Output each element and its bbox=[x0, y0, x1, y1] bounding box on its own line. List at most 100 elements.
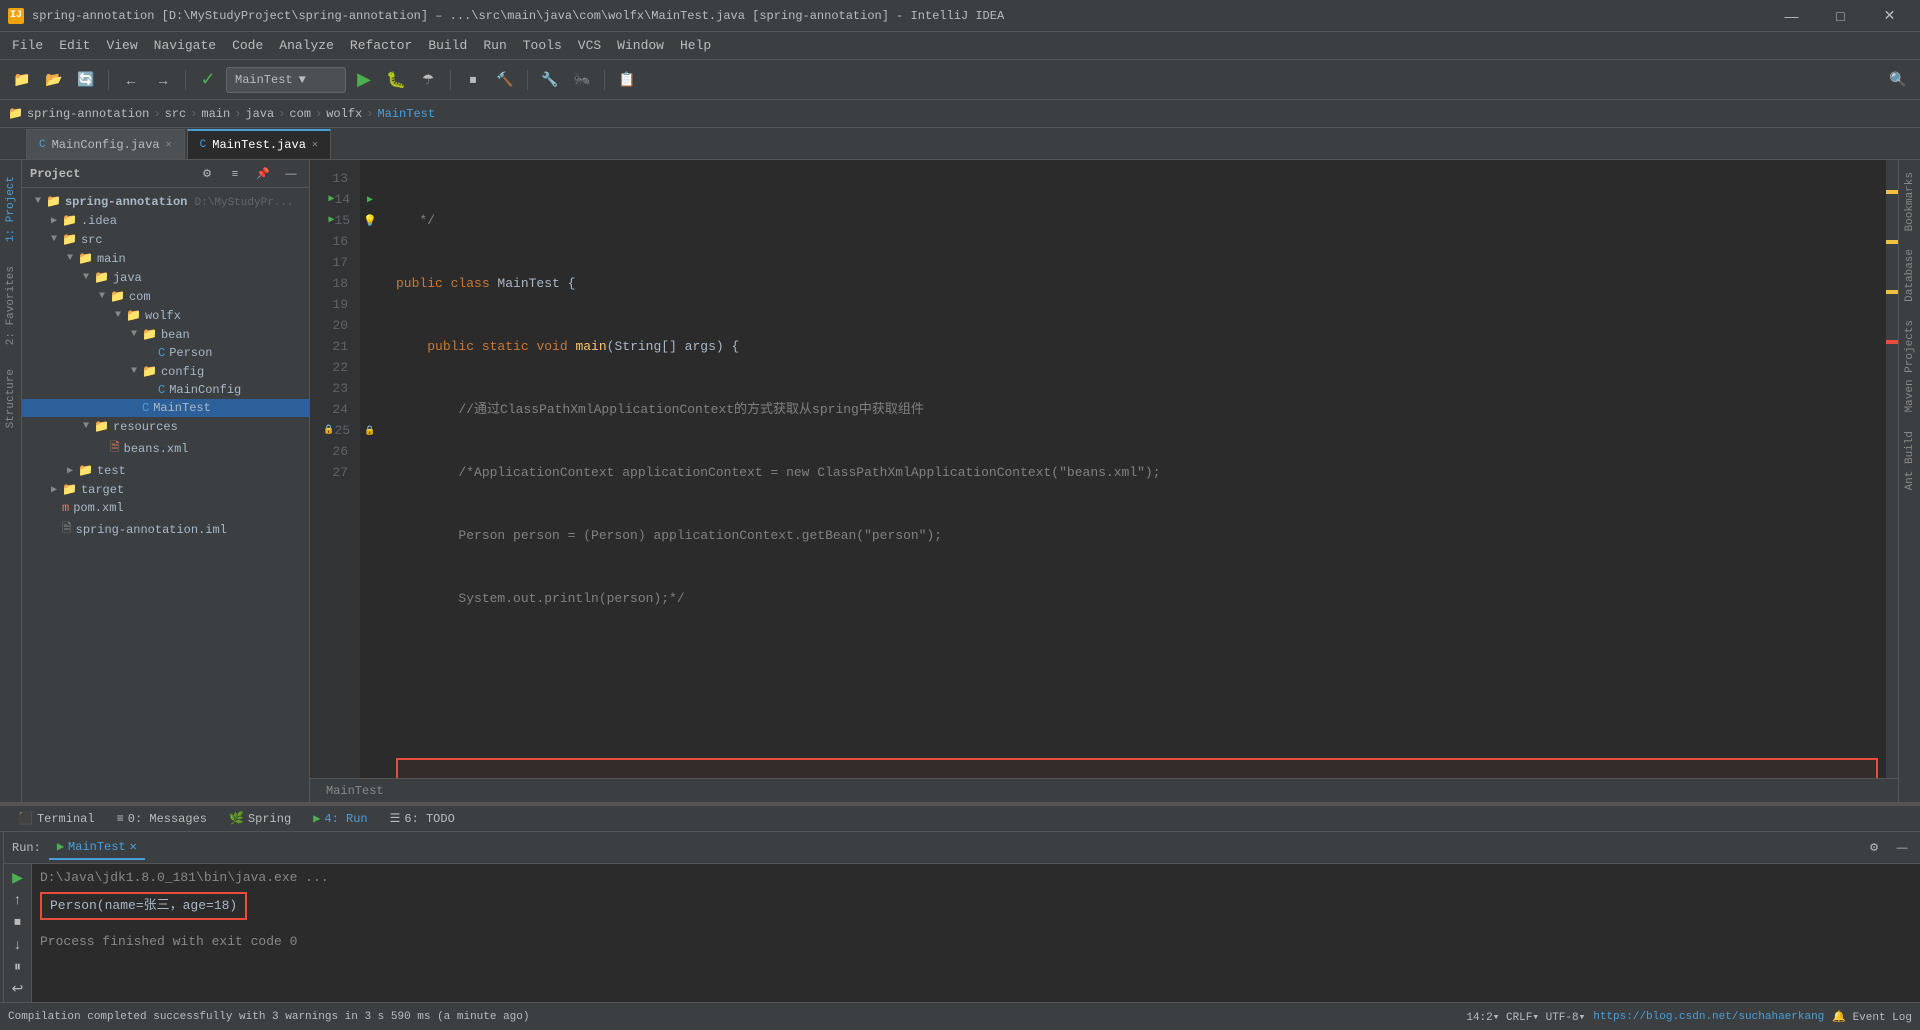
toolbar-ant[interactable]: 🐜 bbox=[568, 66, 596, 94]
toolbar-open[interactable]: 📂 bbox=[40, 66, 68, 94]
right-tab-bookmarks[interactable]: Bookmarks bbox=[1900, 164, 1920, 239]
bc-main[interactable]: main bbox=[201, 107, 230, 121]
menu-build[interactable]: Build bbox=[420, 34, 475, 57]
run-stop-btn[interactable]: ⏹ bbox=[4, 913, 32, 931]
toolbar-debug-button[interactable]: 🐛 bbox=[382, 66, 410, 94]
tree-item-target[interactable]: ▶ 📁 target bbox=[22, 480, 309, 499]
bottom-tab-spring[interactable]: 🌿 Spring bbox=[219, 807, 301, 830]
toolbar-run-button[interactable]: ▶ bbox=[350, 66, 378, 94]
menu-navigate[interactable]: Navigate bbox=[146, 34, 224, 57]
event-log-link[interactable]: 🔔 Event Log bbox=[1832, 1010, 1912, 1024]
folder-icon-wolfx: 📁 bbox=[126, 308, 141, 323]
window-title: spring-annotation [D:\MyStudyProject\spr… bbox=[32, 9, 1769, 23]
menu-tools[interactable]: Tools bbox=[515, 34, 570, 57]
run-soft-wrap-btn[interactable]: ↩ bbox=[4, 980, 32, 998]
tree-item-iml[interactable]: 🗎 spring-annotation.iml bbox=[22, 517, 309, 542]
bc-maintest[interactable]: MainTest bbox=[377, 107, 435, 121]
tab-mainconfig-close[interactable]: ✕ bbox=[166, 139, 172, 151]
run-minimize-btn[interactable]: — bbox=[1892, 838, 1912, 858]
sidebar-tab-favorites[interactable]: 2: Favorites bbox=[2, 254, 20, 357]
tree-item-src[interactable]: ▼ 📁 src bbox=[22, 230, 309, 249]
right-tab-maven[interactable]: Maven Projects bbox=[1900, 312, 1920, 420]
project-collapse-btn[interactable]: ≡ bbox=[225, 164, 245, 184]
toolbar-wrench[interactable]: 🔧 bbox=[536, 66, 564, 94]
tree-item-root[interactable]: ▼ 📁 spring-annotation D:\MyStudyPr... bbox=[22, 192, 309, 211]
tree-item-person[interactable]: C Person bbox=[22, 344, 309, 362]
toolbar-tasks[interactable]: 📋 bbox=[613, 66, 641, 94]
toolbar-stop[interactable]: ⏹ bbox=[459, 66, 487, 94]
toolbar-sync[interactable]: 🔄 bbox=[72, 66, 100, 94]
menu-refactor[interactable]: Refactor bbox=[342, 34, 420, 57]
tree-item-wolfx[interactable]: ▼ 📁 wolfx bbox=[22, 306, 309, 325]
menu-analyze[interactable]: Analyze bbox=[271, 34, 342, 57]
run-tab-maintest[interactable]: ▶ MainTest ✕ bbox=[49, 835, 145, 860]
tree-item-com[interactable]: ▼ 📁 com bbox=[22, 287, 309, 306]
code-line-19: System.out.println(person);*/ bbox=[396, 588, 1878, 609]
menu-code[interactable]: Code bbox=[224, 34, 271, 57]
minimize-button[interactable]: — bbox=[1769, 2, 1814, 30]
project-pin-btn[interactable]: 📌 bbox=[253, 164, 273, 184]
run-tab-close[interactable]: ✕ bbox=[130, 839, 137, 854]
toolbar-forward[interactable]: → bbox=[149, 66, 177, 94]
tree-item-mainconfig[interactable]: C MainConfig bbox=[22, 381, 309, 399]
right-tab-database[interactable]: Database bbox=[1900, 241, 1920, 310]
toolbar-run-config[interactable]: ✓ bbox=[194, 66, 222, 94]
menu-vcs[interactable]: VCS bbox=[570, 34, 609, 57]
bc-java[interactable]: java bbox=[245, 107, 274, 121]
run-play-btn[interactable]: ▶ bbox=[4, 868, 32, 886]
bottom-tab-terminal[interactable]: ⬛ Terminal bbox=[8, 807, 105, 830]
sidebar-tab-project[interactable]: 1: Project bbox=[2, 164, 20, 254]
tab-mainconfig[interactable]: C MainConfig.java ✕ bbox=[26, 129, 185, 159]
menu-help[interactable]: Help bbox=[672, 34, 719, 57]
toolbar-back[interactable]: ← bbox=[117, 66, 145, 94]
run-scroll-down-btn[interactable]: ↓ bbox=[4, 935, 32, 953]
tree-item-resources[interactable]: ▼ 📁 resources bbox=[22, 417, 309, 436]
bottom-tab-todo[interactable]: ☰ 6: TODO bbox=[380, 807, 465, 830]
bc-wolfx[interactable]: wolfx bbox=[326, 107, 362, 121]
bulb-15[interactable]: 💡 bbox=[363, 214, 377, 228]
tree-item-bean[interactable]: ▼ 📁 bean bbox=[22, 325, 309, 344]
project-settings-btn[interactable]: ⚙ bbox=[197, 164, 217, 184]
menu-window[interactable]: Window bbox=[609, 34, 672, 57]
tree-item-beansxml[interactable]: 🗎 beans.xml bbox=[22, 436, 309, 461]
editor-container[interactable]: 13 ▶ 14 ▶ 15 16 bbox=[310, 160, 1898, 778]
sidebar-tab-structure[interactable]: Structure bbox=[2, 357, 20, 440]
bc-com[interactable]: com bbox=[289, 107, 311, 121]
terminal-icon: ⬛ bbox=[18, 811, 33, 826]
menu-run[interactable]: Run bbox=[475, 34, 514, 57]
bottom-tab-messages[interactable]: ≡ 0: Messages bbox=[107, 808, 217, 830]
tree-label-iml: spring-annotation.iml bbox=[76, 523, 227, 537]
run-scroll-up-btn[interactable]: ↑ bbox=[4, 890, 32, 908]
toolbar-search[interactable]: 🔍 bbox=[1884, 66, 1912, 94]
menu-edit[interactable]: Edit bbox=[51, 34, 98, 57]
bottom-tab-run[interactable]: ▶ 4: Run bbox=[303, 807, 377, 830]
tab-maintest-close[interactable]: ✕ bbox=[312, 139, 318, 151]
maximize-button[interactable]: □ bbox=[1818, 2, 1863, 30]
project-close-btn[interactable]: — bbox=[281, 164, 301, 184]
tree-item-test[interactable]: ▶ 📁 test bbox=[22, 461, 309, 480]
toolbar-build[interactable]: 🔨 bbox=[491, 66, 519, 94]
tab-maintest[interactable]: C MainTest.java ✕ bbox=[187, 129, 331, 159]
status-link[interactable]: https://blog.csdn.net/suchahaerkang bbox=[1593, 1011, 1824, 1023]
tree-item-idea[interactable]: ▶ 📁 .idea bbox=[22, 211, 309, 230]
bc-spring-annotation[interactable]: spring-annotation bbox=[27, 107, 149, 121]
bc-src[interactable]: src bbox=[165, 107, 187, 121]
menu-view[interactable]: View bbox=[98, 34, 145, 57]
toolbar-coverage[interactable]: ☂ bbox=[414, 66, 442, 94]
run-pause-btn[interactable]: ⏸ bbox=[4, 957, 32, 975]
toolbar-new-project[interactable]: 📁 bbox=[8, 66, 36, 94]
tree-item-maintest[interactable]: C MainTest bbox=[22, 399, 309, 417]
run-settings-btn[interactable]: ⚙ bbox=[1864, 838, 1884, 858]
code-editor[interactable]: */ public class MainTest { public static… bbox=[380, 160, 1886, 778]
tree-item-main[interactable]: ▼ 📁 main bbox=[22, 249, 309, 268]
tree-item-pomxml[interactable]: m pom.xml bbox=[22, 499, 309, 517]
toolbar-config-dropdown[interactable]: MainTest ▼ bbox=[226, 67, 346, 93]
tree-item-java[interactable]: ▼ 📁 java bbox=[22, 268, 309, 287]
right-tab-ant[interactable]: Ant Build bbox=[1900, 423, 1920, 498]
menu-file[interactable]: File bbox=[4, 34, 51, 57]
tree-item-config[interactable]: ▼ 📁 config bbox=[22, 362, 309, 381]
fold-14[interactable]: ▶ bbox=[360, 189, 380, 210]
close-button[interactable]: ✕ bbox=[1867, 2, 1912, 30]
fold-25[interactable]: 🔒 bbox=[360, 420, 380, 441]
linenum-24: 24 bbox=[332, 399, 356, 420]
